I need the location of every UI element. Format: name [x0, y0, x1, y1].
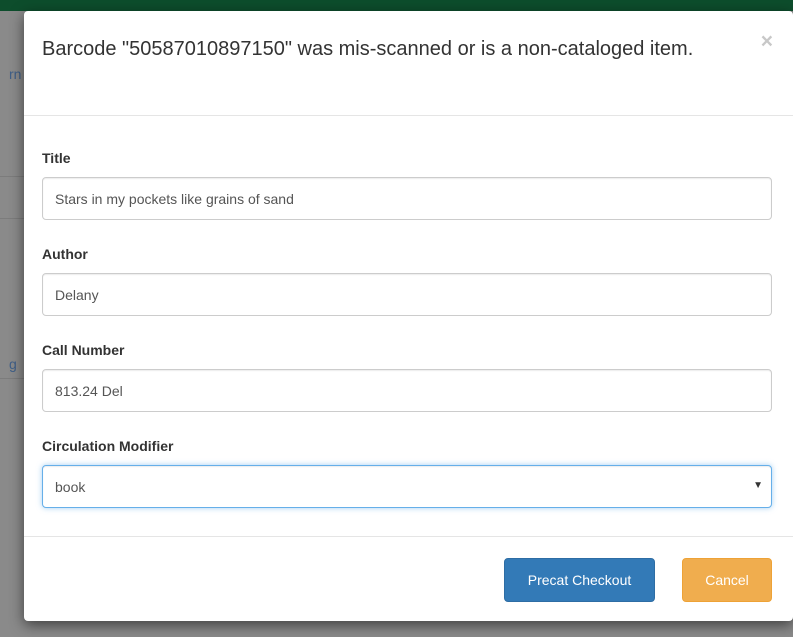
- circ-modifier-form-group: Circulation Modifier book ▼: [42, 438, 772, 508]
- author-label: Author: [42, 246, 88, 262]
- call-number-input-value: 813.24 Del: [55, 382, 123, 399]
- caret-down-icon: ▼: [753, 480, 763, 491]
- app-top-bar: [0, 0, 793, 11]
- call-number-form-group: Call Number 813.24 Del: [42, 342, 772, 412]
- cancel-button[interactable]: Cancel: [682, 558, 772, 602]
- close-icon[interactable]: ×: [761, 31, 773, 52]
- title-form-group: Title Stars in my pockets like grains of…: [42, 150, 772, 220]
- title-label: Title: [42, 150, 71, 166]
- precat-modal: Barcode "50587010897150" was mis-scanned…: [24, 11, 793, 621]
- circ-modifier-label: Circulation Modifier: [42, 438, 174, 454]
- author-input[interactable]: Delany: [42, 273, 772, 316]
- modal-footer: Precat Checkout Cancel: [24, 536, 793, 621]
- author-input-value: Delany: [55, 286, 99, 303]
- call-number-input[interactable]: 813.24 Del: [42, 369, 772, 412]
- title-input[interactable]: Stars in my pockets like grains of sand: [42, 177, 772, 220]
- modal-title: Barcode "50587010897150" was mis-scanned…: [42, 38, 694, 60]
- title-input-value: Stars in my pockets like grains of sand: [55, 190, 294, 207]
- circ-modifier-select[interactable]: book ▼: [42, 465, 772, 508]
- background-text-fragment: g: [9, 356, 17, 372]
- circ-modifier-selected-value: book: [55, 478, 86, 495]
- precat-checkout-button[interactable]: Precat Checkout: [504, 558, 655, 602]
- background-text-fragment: rn: [9, 66, 22, 82]
- author-form-group: Author Delany: [42, 246, 772, 316]
- modal-header: Barcode "50587010897150" was mis-scanned…: [24, 11, 793, 116]
- call-number-label: Call Number: [42, 342, 125, 358]
